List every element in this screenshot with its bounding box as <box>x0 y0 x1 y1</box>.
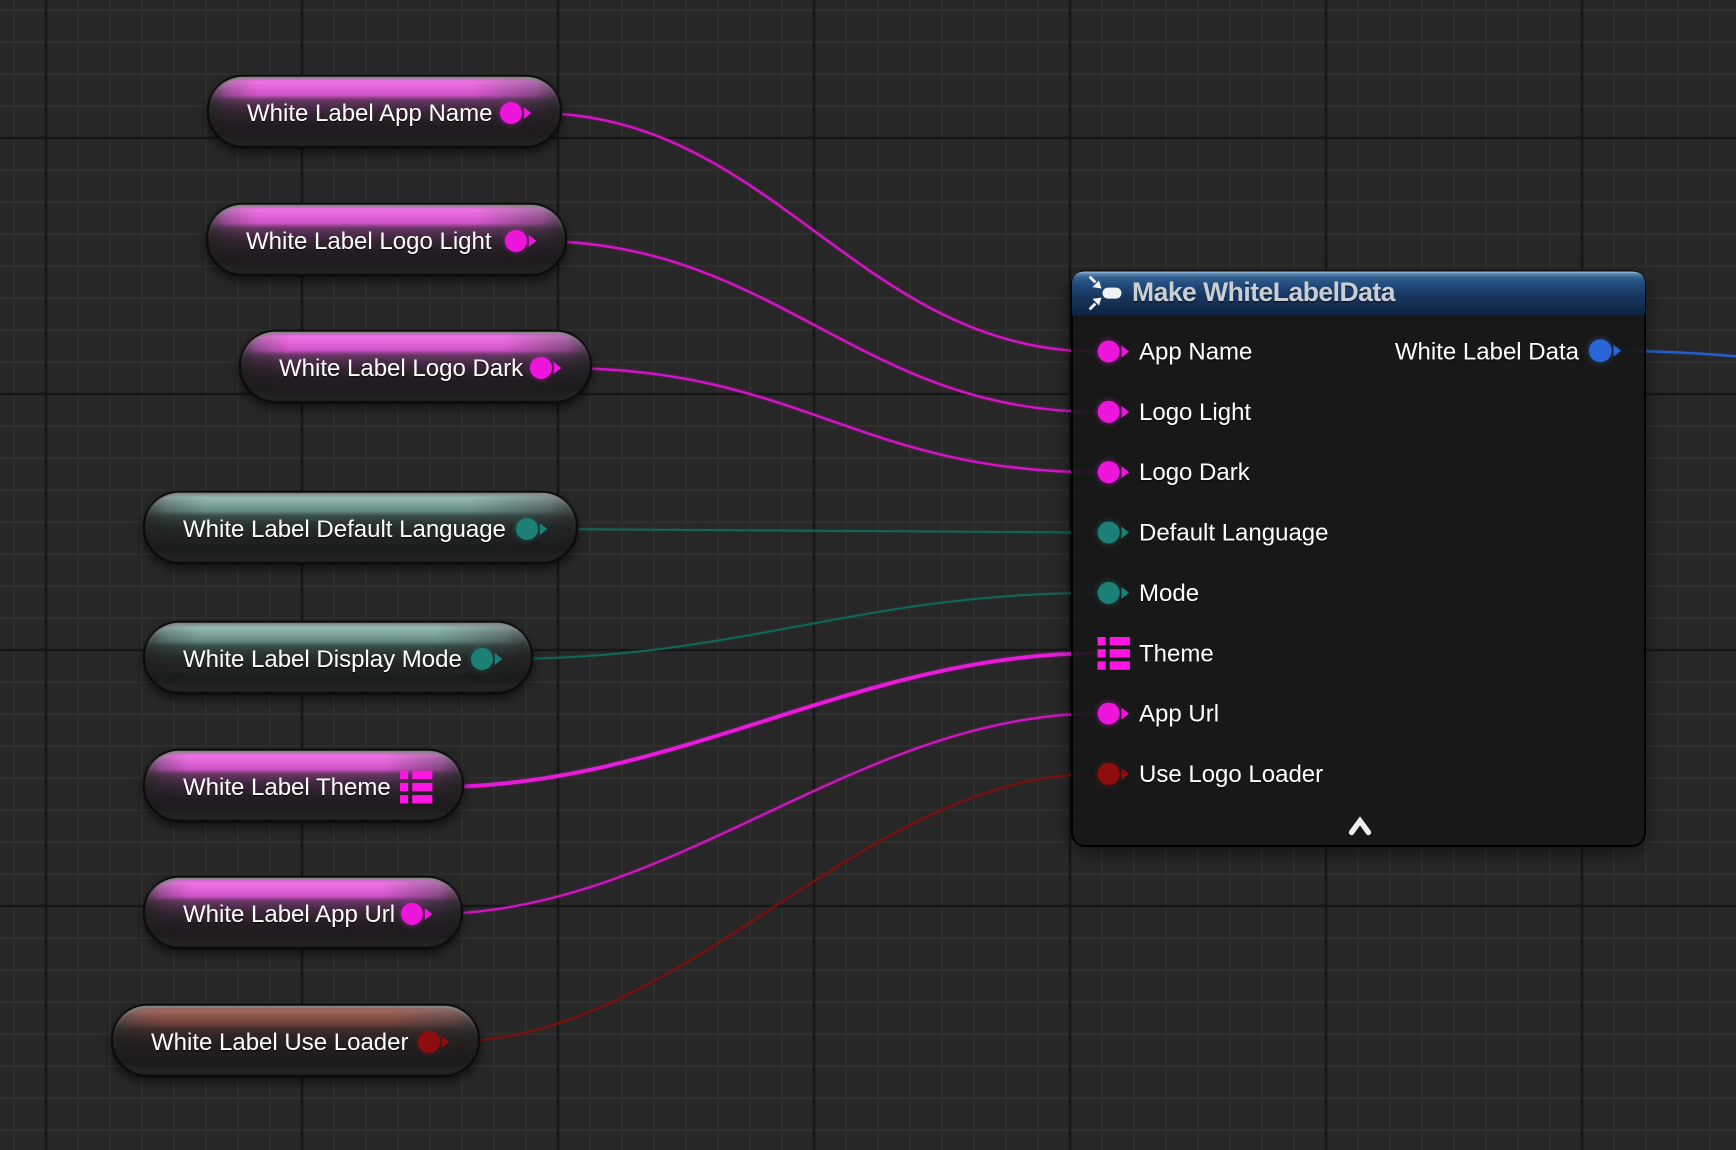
svg-text:White Label App Name: White Label App Name <box>247 100 492 127</box>
svg-text:App Url: App Url <box>1139 701 1219 728</box>
svg-text:White Label Default Language: White Label Default Language <box>183 516 506 543</box>
svg-text:Logo Dark: Logo Dark <box>1139 459 1251 486</box>
svg-text:White Label Data: White Label Data <box>1395 339 1580 366</box>
svg-text:Make WhiteLabelData: Make WhiteLabelData <box>1132 277 1396 307</box>
svg-text:Default Language: Default Language <box>1139 520 1329 547</box>
svg-text:Use Logo Loader: Use Logo Loader <box>1139 761 1323 788</box>
svg-text:Logo Light: Logo Light <box>1139 399 1251 426</box>
svg-text:White Label Theme: White Label Theme <box>183 774 391 801</box>
svg-text:White Label Use Loader: White Label Use Loader <box>151 1029 408 1056</box>
svg-text:White Label Logo Dark: White Label Logo Dark <box>279 355 524 382</box>
svg-text:Mode: Mode <box>1139 580 1199 607</box>
svg-text:White Label App Url: White Label App Url <box>183 901 395 928</box>
svg-text:White Label Display Mode: White Label Display Mode <box>183 646 462 673</box>
svg-text:White Label Logo Light: White Label Logo Light <box>246 228 492 255</box>
svg-text:Theme: Theme <box>1139 640 1214 667</box>
svg-text:App Name: App Name <box>1139 339 1252 366</box>
